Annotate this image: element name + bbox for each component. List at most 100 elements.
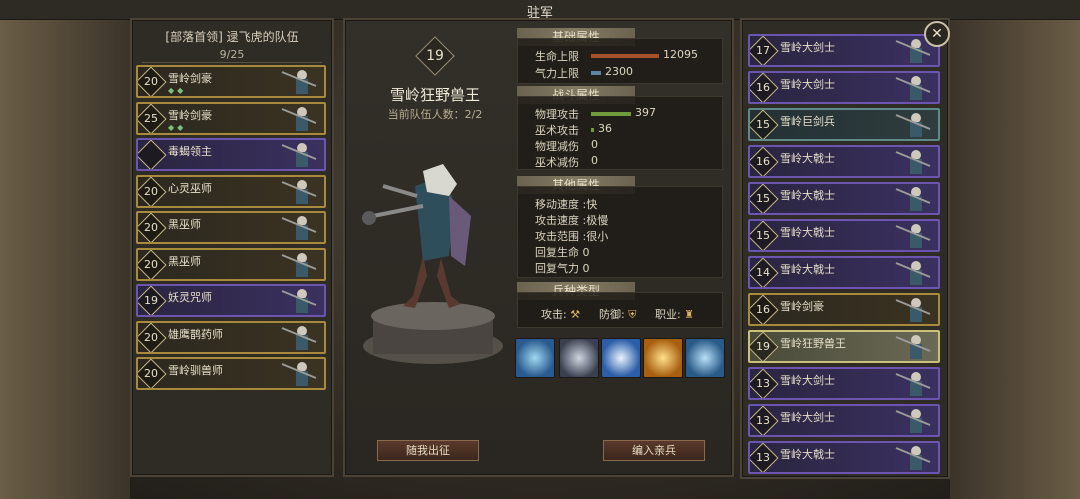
- unit-name: 心灵巫师: [168, 181, 212, 195]
- team-panel: [部落首领] 逯飞虎的队伍 9/25 20 雪岭剑豪 ◆◆ 25 雪岭剑豪 ◆◆ 毒蝎领主 2…: [130, 18, 334, 477]
- unit-card[interactable]: 15 雪岭巨剑兵: [748, 108, 940, 141]
- unit-card[interactable]: 20 雪岭剑豪 ◆◆: [136, 65, 326, 98]
- unit-level: 20: [144, 257, 158, 271]
- unit-card[interactable]: 20 雄鹰鹊药师: [136, 320, 326, 354]
- unit-name: 雪岭狂野兽王: [780, 337, 846, 350]
- unit-level: 16: [756, 81, 770, 94]
- unit-card[interactable]: 25 雪岭剑豪 ◆◆: [136, 101, 326, 135]
- add-to-guard-button[interactable]: 编入亲兵: [603, 440, 705, 461]
- unit-level: 19: [144, 294, 158, 307]
- stat-label: 巫术减伤: [535, 156, 579, 169]
- close-button[interactable]: ✕: [924, 21, 950, 47]
- stat-bar: [591, 112, 631, 116]
- unit-portrait: [895, 113, 931, 137]
- unit-card[interactable]: 15 雪岭大戟士: [748, 219, 940, 252]
- unit-card[interactable]: 19 雪岭狂野兽王: [748, 330, 940, 363]
- unit-level: 14: [756, 266, 770, 279]
- ice-burst-icon[interactable]: [515, 338, 555, 378]
- unit-name: 雄鹰鹊药师: [168, 327, 223, 341]
- other-stat-row: 移动速度 :快: [535, 198, 598, 211]
- unit-level: 20: [144, 221, 158, 234]
- close-icon: ✕: [931, 26, 943, 42]
- unit-portrait: [895, 446, 931, 470]
- unit-level: 20: [144, 184, 158, 198]
- attack-type-icon: ⚒: [566, 308, 581, 321]
- stat-label: 物理减伤: [535, 140, 579, 153]
- wolf-claw-icon[interactable]: [601, 338, 641, 378]
- iron-boots-icon[interactable]: [559, 338, 599, 378]
- unit-card[interactable]: 16 雪岭剑豪: [748, 293, 940, 326]
- stat-label: 生命上限: [535, 50, 579, 63]
- unit-level: 25: [144, 111, 158, 125]
- unit-card[interactable]: 17 雪岭大剑士: [748, 34, 940, 67]
- defense-type-icon: ⛨: [624, 308, 637, 321]
- unit-name: 雪岭大戟士: [780, 448, 835, 461]
- unit-name: 雪岭大戟士: [780, 263, 835, 276]
- unit-level: 15: [756, 192, 770, 205]
- unit-name: 雪岭大戟士: [780, 226, 835, 239]
- unit-card[interactable]: 20 心灵巫师: [136, 174, 326, 208]
- stat-value: 397: [635, 106, 656, 119]
- unit-card[interactable]: 16 雪岭大戟士: [748, 145, 940, 178]
- unit-level: 13: [756, 414, 770, 427]
- unit-card[interactable]: 20 黑巫师: [136, 211, 326, 244]
- wolf-howl-icon[interactable]: [685, 338, 725, 378]
- unit-level: 15: [756, 229, 770, 242]
- stat-label: 巫术攻击: [535, 124, 579, 137]
- unit-name: 妖灵咒师: [168, 291, 212, 304]
- unit-card[interactable]: 16 雪岭大剑士: [748, 71, 940, 104]
- unit-portrait: [895, 298, 931, 322]
- unit-name: 雪岭剑豪: [780, 300, 824, 313]
- unit-detail-panel: 19 雪岭狂野兽王 当前队伍人数：2/2 基础属性 生命上限 12095 气力上限 2…: [343, 18, 734, 477]
- unit-portrait: [895, 150, 931, 174]
- unit-card[interactable]: 13 雪岭大戟士: [748, 441, 940, 474]
- unit-portrait: [281, 252, 317, 277]
- other-stat-row: 攻击速度 :极慢: [535, 214, 609, 227]
- unit-portrait: [281, 143, 317, 167]
- unit-name: 雪岭大戟士: [780, 189, 835, 202]
- stat-bar: [591, 128, 594, 132]
- unit-level: 20: [144, 330, 158, 344]
- unit-card[interactable]: 20 黑巫师: [136, 247, 326, 281]
- stat-value: 2300: [605, 65, 633, 78]
- garrison-panel: 17 雪岭大剑士 16 雪岭大剑士 15 雪岭巨剑兵 16 雪岭大戟士 15 雪岭大戟士 15 雪岭大…: [740, 18, 950, 479]
- unit-card[interactable]: 毒蝎领主: [136, 138, 326, 171]
- unit-level: 16: [756, 303, 770, 316]
- unit-level-frame: [138, 140, 167, 169]
- unit-level: 13: [756, 451, 770, 464]
- unit-level: 17: [756, 44, 770, 57]
- unit-name: 雪岭大剑士: [780, 41, 835, 54]
- unit-card[interactable]: 20 雪岭驯兽师: [136, 357, 326, 390]
- unit-name: 黑巫师: [168, 254, 201, 268]
- unit-card[interactable]: 14 雪岭大戟士: [748, 256, 940, 289]
- job-type: 职业: ♜: [655, 308, 695, 321]
- unit-name: 黑巫师: [168, 218, 201, 231]
- unit-portrait: [895, 224, 931, 248]
- unit-level: 19: [756, 340, 770, 353]
- team-header: [部落首领] 逯飞虎的队伍: [165, 30, 299, 44]
- unit-card[interactable]: 13 雪岭大剑士: [748, 367, 940, 400]
- map-background-right: [950, 0, 1080, 499]
- other-stat-row: 回复生命 0: [535, 246, 590, 259]
- follow-expedition-button[interactable]: 随我出征: [377, 440, 479, 461]
- unit-portrait: [895, 335, 931, 359]
- unit-name: 雪岭剑豪: [168, 108, 212, 122]
- unit-card[interactable]: 13 雪岭大剑士: [748, 404, 940, 437]
- hero-team-count: 当前队伍人数：2/2: [387, 108, 483, 121]
- unit-level: 15: [756, 118, 770, 131]
- hero-level: 19: [426, 48, 444, 64]
- hero-name: 雪岭狂野兽王: [389, 86, 480, 104]
- stat-value: 0: [591, 154, 598, 167]
- unit-portrait: [895, 261, 931, 285]
- defense-type: 防御: ⛨: [599, 308, 637, 321]
- unit-portrait: [281, 106, 317, 131]
- unit-name: 雪岭大剑士: [780, 374, 835, 387]
- unit-portrait: [281, 362, 317, 386]
- unit-card[interactable]: 15 雪岭大戟士: [748, 182, 940, 215]
- attack-type: 攻击: ⚒: [541, 308, 581, 321]
- unit-portrait: [895, 409, 931, 433]
- unit-card[interactable]: 19 妖灵咒师: [136, 284, 326, 317]
- golden-aura-icon[interactable]: [643, 338, 683, 378]
- unit-portrait: [281, 70, 317, 94]
- gem-icons: ◆◆: [168, 86, 187, 95]
